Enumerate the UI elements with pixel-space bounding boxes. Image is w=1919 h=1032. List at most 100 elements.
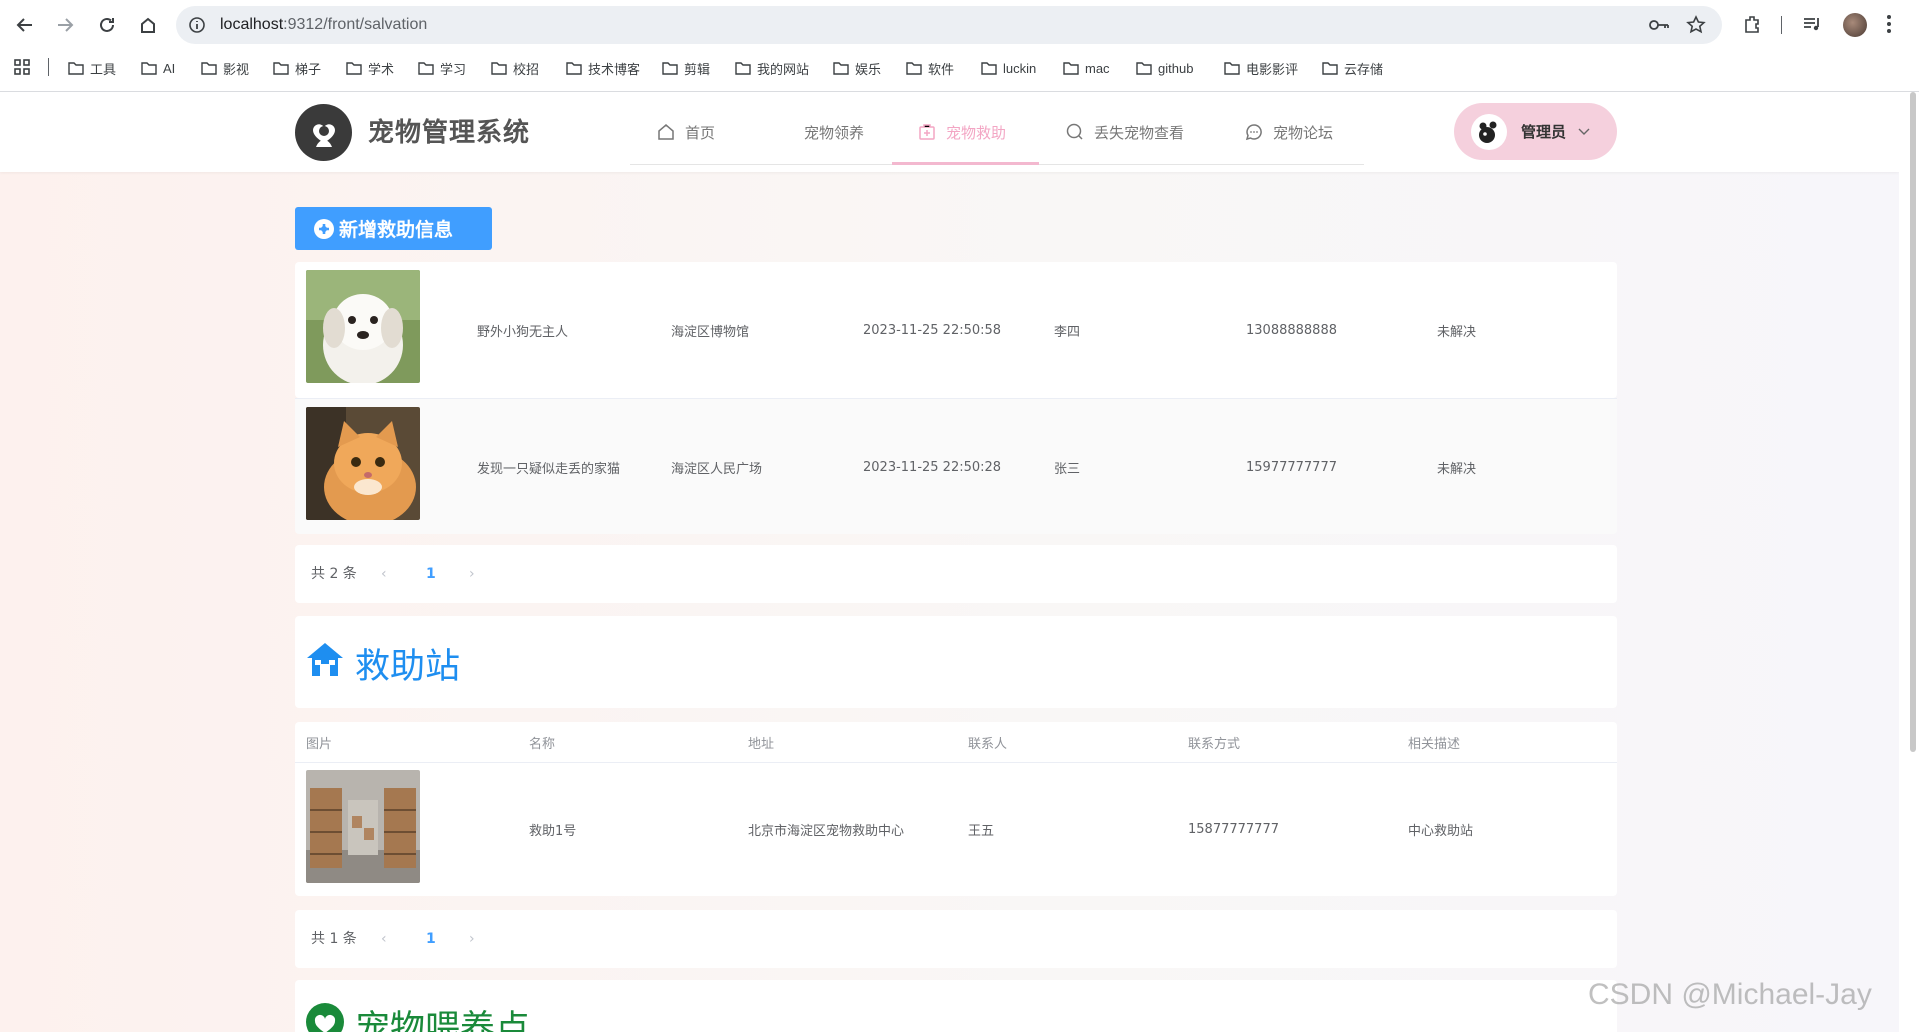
nav-label-salvation: 宠物救助 [946,123,1007,142]
station-address: 北京市海淀区宠物救助中心 [748,824,905,839]
url-text[interactable]: localhost:9312/front/salvation [220,6,427,44]
prev-page-icon[interactable]: ‹ [381,545,387,603]
scrollbar[interactable] [1910,92,1916,752]
chevron-down-icon [1578,128,1590,135]
nav-item-lost-pets[interactable]: 丢失宠物查看 [1066,92,1184,172]
plus-circle-icon [314,218,334,239]
bookmark-label: 学术 [368,61,395,77]
user-avatar [1471,113,1507,150]
nav-label-lost-pets: 丢失宠物查看 [1094,123,1185,142]
folder-icon [346,62,362,75]
column-header: 名称 [529,736,556,752]
folder-icon [662,62,678,75]
medical-kit-icon [919,124,935,140]
address-bar[interactable]: localhost:9312/front/salvation [176,6,1722,44]
bookmark-folder[interactable]: 云存储 [1322,58,1383,78]
salvation-time: 2023-11-25 22:50:58 [863,322,1002,338]
nav-item-salvation[interactable]: 宠物救助 [918,92,1006,172]
site-info-icon[interactable] [188,16,206,38]
pagination-total: 共 1 条 [311,931,357,947]
column-header: 相关描述 [1408,736,1461,752]
folder-icon [491,62,507,75]
user-menu-button[interactable]: 管理员 [1454,103,1617,160]
salvation-title: 野外小狗无主人 [477,324,569,340]
bookmark-label: 娱乐 [855,61,882,77]
nav-item-home[interactable]: 首页 [657,92,715,172]
bookmark-folder[interactable]: 技术博客 [566,58,640,78]
pagination-page[interactable]: 1 [426,910,436,968]
folder-icon [735,62,751,75]
profile-avatar[interactable] [1843,13,1867,37]
station-title: 救助站 [355,647,461,687]
apps-grid-icon[interactable] [14,59,30,79]
bookmark-folder[interactable]: 校招 [491,58,539,78]
folder-icon [1136,62,1152,75]
bookmark-folder[interactable]: 软件 [906,58,954,78]
add-salvation-button[interactable]: 新增救助信息 [295,207,492,250]
nav-item-adoption[interactable]: 宠物领养 [804,92,864,172]
folder-icon [833,62,849,75]
prev-page-icon[interactable]: ‹ [381,910,387,968]
back-icon[interactable] [12,12,38,38]
watermark: CSDN @Michael-Jay [1588,978,1872,1011]
salvation-phone: 15977777777 [1246,459,1337,475]
bookmark-label: 校招 [513,61,540,77]
bookmark-folder[interactable]: 我的网站 [735,58,809,78]
bookmark-label: 剪辑 [684,61,711,77]
table-row[interactable]: 救助1号 北京市海淀区宠物救助中心 王五 15877777777 中心救助站 [295,763,1617,896]
bookmark-folder[interactable]: luckin [981,58,1036,78]
nav-item-forum[interactable]: 宠物论坛 [1245,92,1333,172]
house-icon [307,643,343,676]
site-logo-icon[interactable] [295,104,352,161]
browser-menu-icon[interactable] [1886,13,1892,39]
add-salvation-label: 新增救助信息 [339,219,454,241]
salvation-place: 海淀区人民广场 [671,461,763,477]
bookmark-folder[interactable]: 电影影评 [1224,58,1298,78]
search-icon [1066,123,1083,140]
bookmark-folder[interactable]: 娱乐 [833,58,881,78]
forward-icon[interactable] [52,12,78,38]
folder-icon [201,62,217,75]
folder-icon [273,62,289,75]
toolbar-divider [1781,16,1782,34]
salvation-contact: 张三 [1054,461,1081,477]
browser-chrome: localhost:9312/front/salvation 工具 AI 影视 梯子 学… [0,0,1919,92]
feeding-section-header: 宠物喂养点 [295,980,1617,1032]
next-page-icon[interactable]: › [469,545,475,603]
key-icon[interactable] [1648,16,1670,38]
extensions-icon[interactable] [1742,14,1762,38]
page-content: 宠物管理系统 首页 宠物领养 宠物救助 丢失宠物查看 宠物论坛 管理员 新增救助… [0,92,1899,1032]
station-desc: 中心救助站 [1408,824,1474,839]
column-header: 图片 [306,736,333,752]
table-row[interactable]: 发现一只疑似走丢的家猫 海淀区人民广场 2023-11-25 22:50:28 … [295,398,1617,534]
folder-icon [141,62,157,75]
bookmark-folder[interactable]: 梯子 [273,58,321,78]
user-name: 管理员 [1521,123,1567,141]
nav-label-forum: 宠物论坛 [1273,123,1334,142]
bookmark-folder[interactable]: 学术 [346,58,394,78]
next-page-icon[interactable]: › [469,910,475,968]
bookmark-folder[interactable]: 工具 [68,58,116,78]
pagination-page[interactable]: 1 [426,545,436,603]
bookmark-label: 云存储 [1344,61,1384,77]
bookmark-folder[interactable]: 学习 [418,58,466,78]
home-page-icon[interactable] [135,12,161,38]
pet-photo-cat [306,407,420,520]
site-title[interactable]: 宠物管理系统 [368,112,530,149]
bookmark-folder[interactable]: 剪辑 [662,58,710,78]
salvation-phone: 13088888888 [1246,322,1337,338]
bookmark-folder[interactable]: AI [141,58,175,78]
table-row[interactable]: 野外小狗无主人 海淀区博物馆 2023-11-25 22:50:58 李四 13… [295,262,1617,398]
bookmark-label: 我的网站 [757,61,810,77]
pagination-salvation: 共 2 条 ‹ 1 › [295,545,1617,603]
media-control-icon[interactable] [1802,14,1822,38]
reload-icon[interactable] [94,12,120,38]
bookmark-folder[interactable]: github [1136,58,1193,78]
salvation-status: 未解决 [1437,324,1477,340]
bookmark-star-icon[interactable] [1686,15,1706,39]
bookmark-label: mac [1085,60,1110,76]
folder-icon [1322,62,1338,75]
bookmark-folder[interactable]: 影视 [201,58,249,78]
bookmark-label: 电影影评 [1246,61,1299,77]
bookmark-folder[interactable]: mac [1063,58,1110,78]
